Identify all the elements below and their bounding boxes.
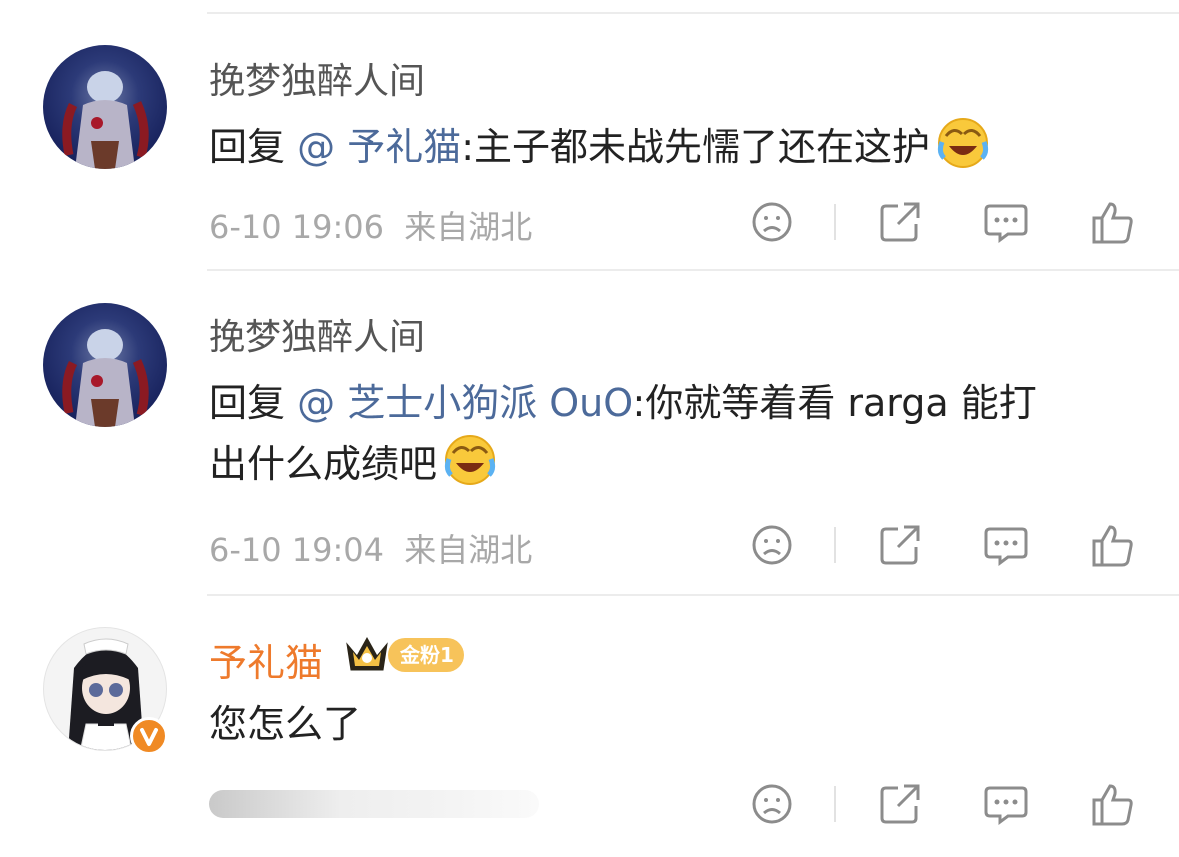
- share-icon[interactable]: [876, 198, 924, 246]
- location: 来自湖北: [404, 531, 533, 569]
- comment-actions: [748, 521, 1148, 569]
- comment-body: :主子都未战先懦了还在这护: [461, 125, 931, 169]
- like-icon[interactable]: [1088, 198, 1136, 246]
- avatar[interactable]: [43, 45, 167, 169]
- laughing-crying-emoji-icon: [443, 433, 497, 504]
- comment-icon[interactable]: [982, 521, 1030, 569]
- username[interactable]: 挽梦独醉人间: [209, 308, 425, 360]
- comment-text: 回复 @ 予礼猫:主子都未战先懦了还在这护: [209, 116, 1139, 187]
- timestamp: 6-10 19:04: [209, 531, 385, 569]
- laughing-crying-emoji-icon: [936, 116, 990, 187]
- divider: [207, 269, 1179, 271]
- timestamp: 6-10 19:06: [209, 208, 385, 246]
- comment-meta: 6-10 19:06 来自湖北: [209, 202, 532, 248]
- share-icon[interactable]: [876, 780, 924, 828]
- username[interactable]: 予礼猫: [209, 632, 323, 687]
- dislike-icon[interactable]: [748, 521, 796, 569]
- comment-icon[interactable]: [982, 198, 1030, 246]
- separator: [834, 786, 836, 822]
- comment-icon[interactable]: [982, 780, 1030, 828]
- reply-prefix: 回复: [209, 381, 286, 425]
- separator: [834, 527, 836, 563]
- comment-body: :你就等着看 rarga 能打: [632, 381, 1037, 425]
- comment-actions: [748, 198, 1148, 246]
- crown-icon: [343, 634, 391, 674]
- comment-meta: 6-10 19:04 来自湖北: [209, 525, 532, 571]
- verified-icon: [130, 717, 168, 755]
- dislike-icon[interactable]: [748, 198, 796, 246]
- avatar[interactable]: [43, 303, 167, 427]
- comment-text: 您怎么了: [209, 702, 362, 746]
- divider: [207, 594, 1179, 596]
- dislike-icon[interactable]: [748, 780, 796, 828]
- comment-actions: [748, 780, 1148, 828]
- share-icon[interactable]: [876, 521, 924, 569]
- mention-link[interactable]: @ 予礼猫: [297, 125, 461, 169]
- comment-text: 回复 @ 芝士小狗派 OuO:你就等着看 rarga 能打 出什么成绩吧: [209, 373, 1139, 504]
- like-icon[interactable]: [1088, 521, 1136, 569]
- divider: [207, 12, 1179, 14]
- fan-badge[interactable]: 金粉1: [388, 638, 464, 672]
- separator: [834, 204, 836, 240]
- comment-body-cont: 出什么成绩吧: [209, 442, 438, 486]
- location: 来自湖北: [404, 208, 533, 246]
- like-icon[interactable]: [1088, 780, 1136, 828]
- reply-prefix: 回复: [209, 125, 286, 169]
- mention-link[interactable]: @ 芝士小狗派 OuO: [297, 381, 632, 425]
- username[interactable]: 挽梦独醉人间: [209, 52, 425, 104]
- blurred-meta: [209, 790, 539, 818]
